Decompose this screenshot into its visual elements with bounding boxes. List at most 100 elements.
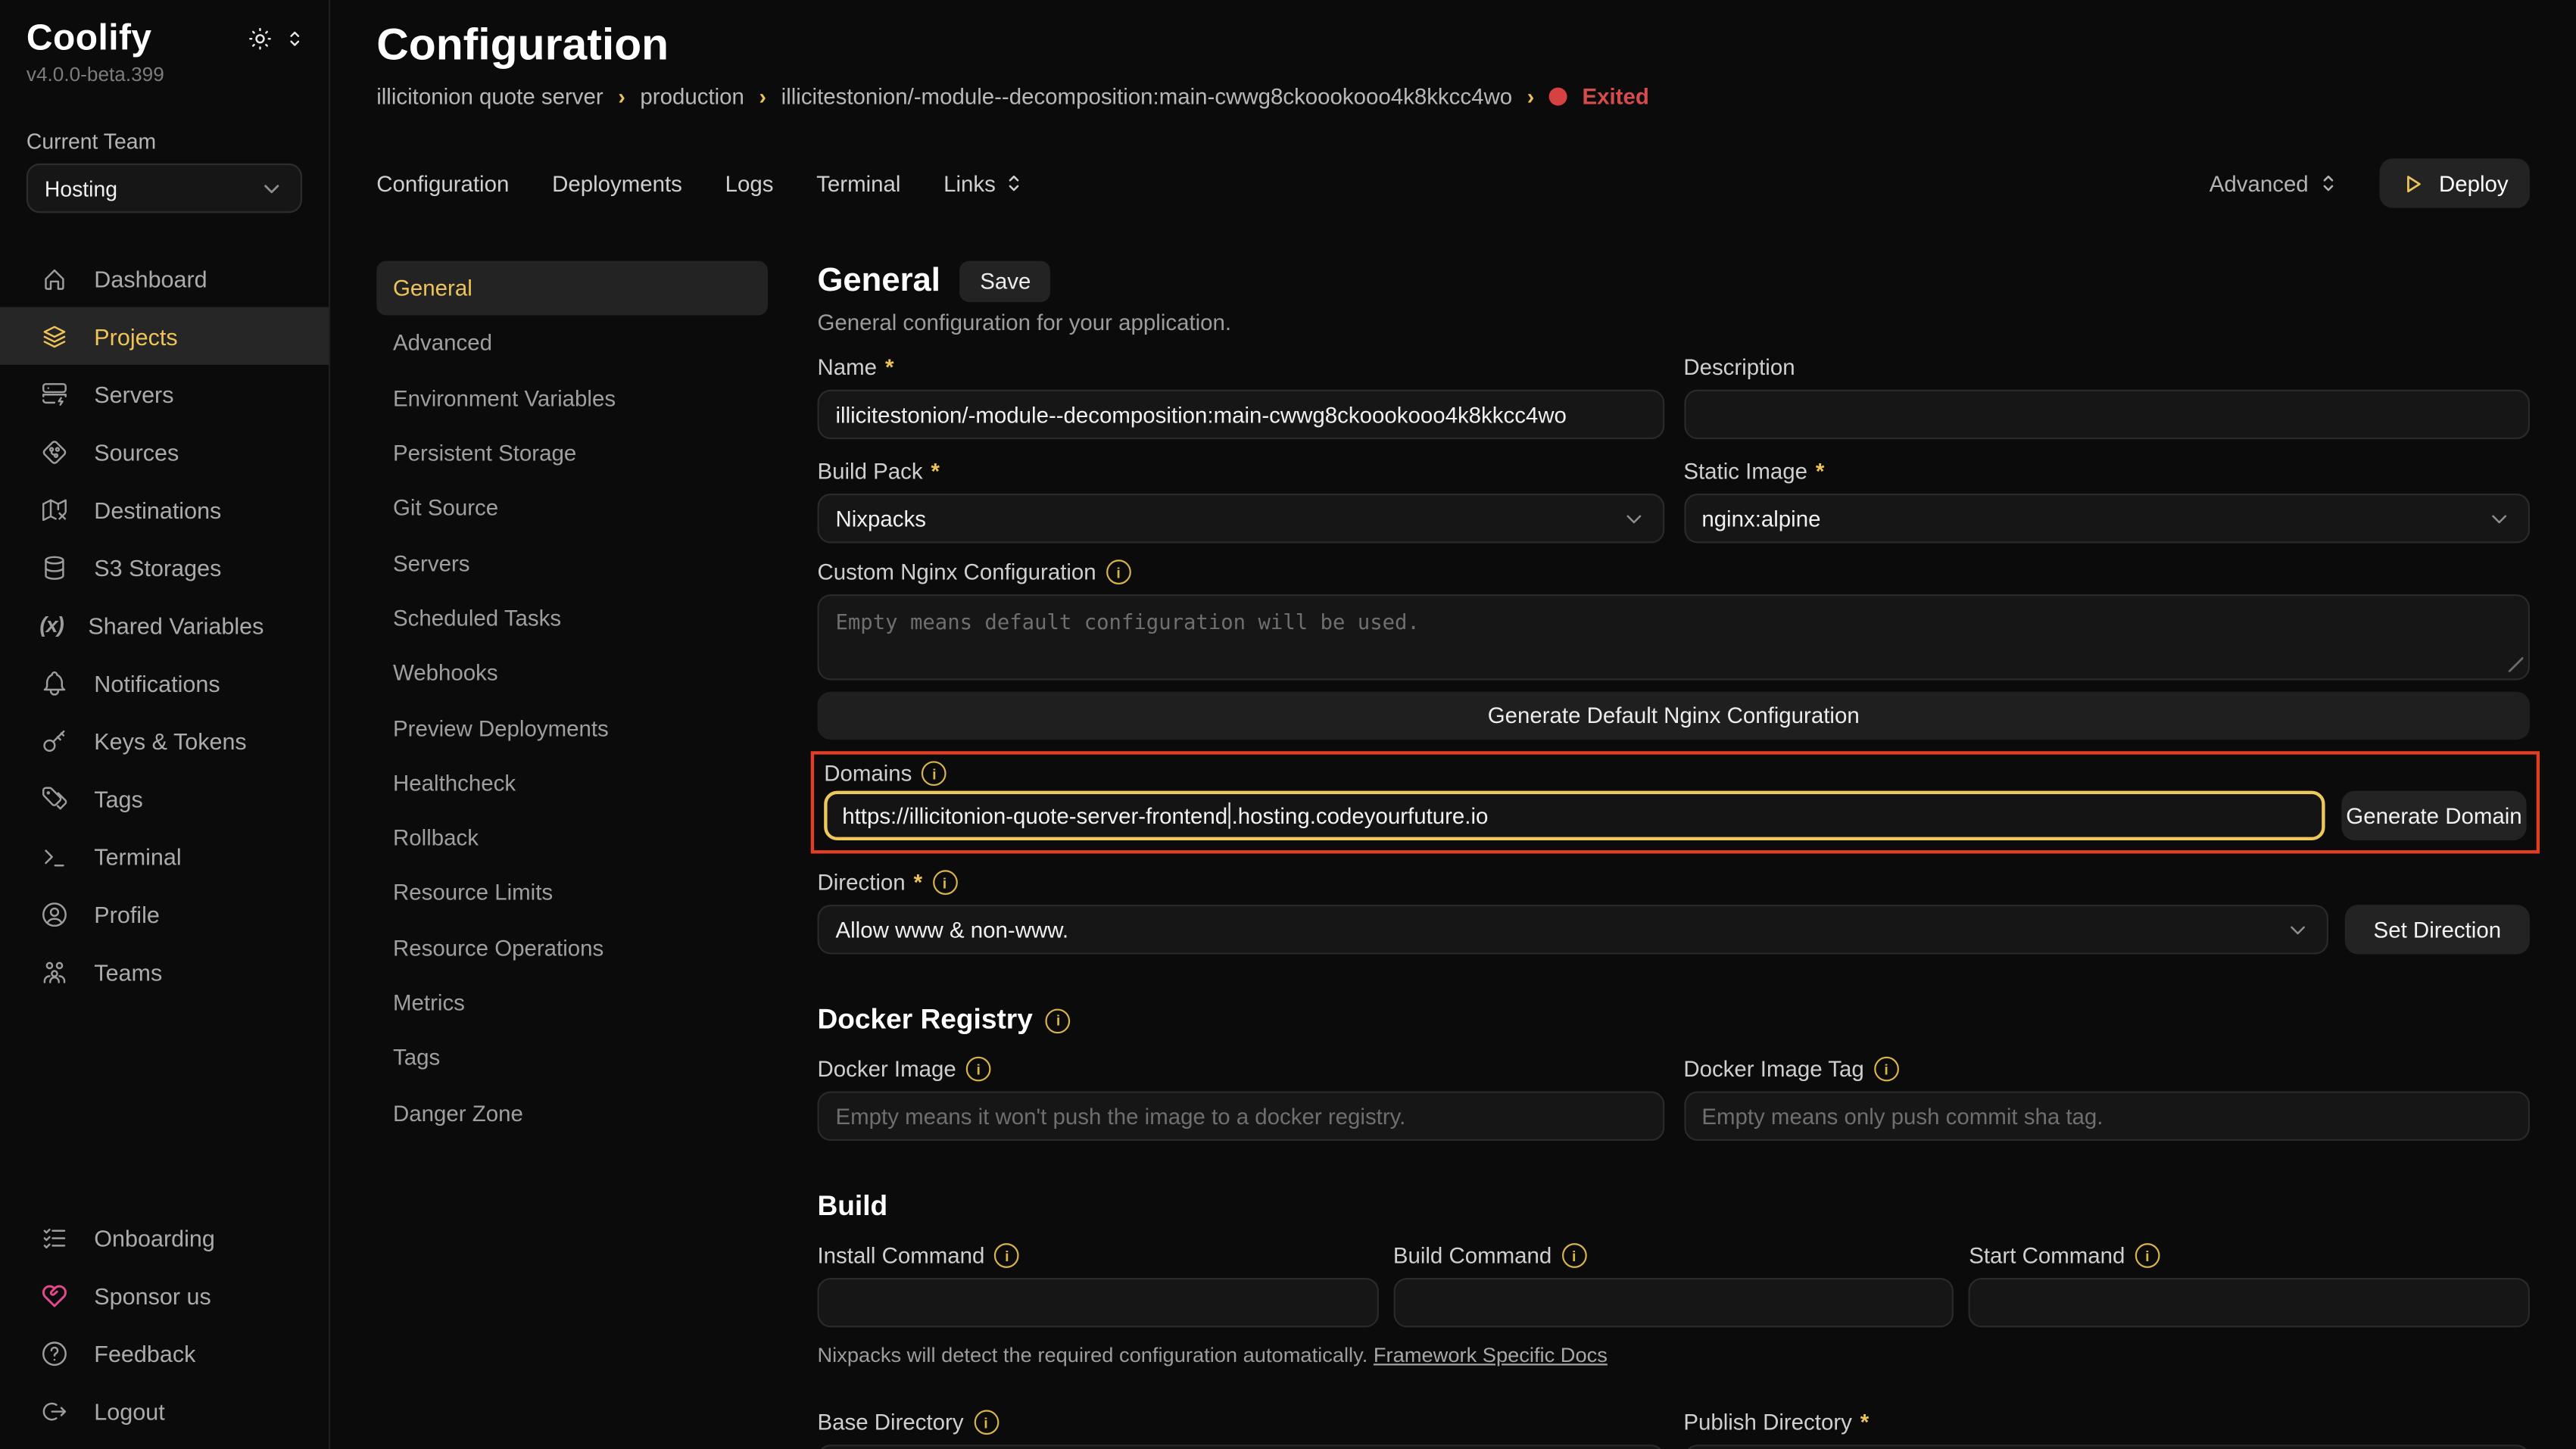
- install-command-input[interactable]: [817, 1278, 1378, 1327]
- set-direction-button[interactable]: Set Direction: [2345, 905, 2530, 954]
- stack-icon: [39, 321, 69, 351]
- map-icon: [39, 494, 69, 524]
- publish-directory-label: Publish Directory: [1683, 1410, 1869, 1435]
- subnav-healthcheck[interactable]: Healthcheck: [376, 756, 768, 811]
- info-icon[interactable]: [932, 870, 957, 895]
- theme-sun-icon[interactable]: [246, 24, 274, 52]
- breadcrumb-application[interactable]: illicitestonion/-module--decomposition:m…: [781, 84, 1512, 109]
- key-icon: [39, 725, 69, 755]
- info-icon[interactable]: [2135, 1243, 2160, 1268]
- subnav-webhooks[interactable]: Webhooks: [376, 646, 768, 701]
- start-command-label: Start Command: [1969, 1243, 2125, 1268]
- breadcrumb-environment[interactable]: production: [640, 84, 744, 109]
- tab-deployments[interactable]: Deployments: [552, 171, 682, 196]
- subnav-servers[interactable]: Servers: [376, 536, 768, 591]
- sidebar-item-sponsor[interactable]: Sponsor us: [0, 1267, 329, 1324]
- info-icon[interactable]: [994, 1243, 1019, 1268]
- team-select[interactable]: Hosting: [27, 164, 302, 213]
- tab-links[interactable]: Links: [943, 171, 1025, 196]
- sidebar-nav: Dashboard Projects Servers Sources Desti…: [0, 249, 329, 1000]
- sidebar-item-servers[interactable]: Servers: [0, 365, 329, 422]
- chevron-down-icon: [2285, 917, 2310, 942]
- breadcrumb-separator-icon: ›: [759, 84, 766, 109]
- version-selector-icon[interactable]: [284, 27, 305, 48]
- domains-input[interactable]: https://illicitonion-quote-server-fronte…: [824, 791, 2325, 840]
- chevron-down-icon: [259, 176, 284, 201]
- sidebar-item-destinations[interactable]: Destinations: [0, 481, 329, 538]
- tab-logs[interactable]: Logs: [725, 171, 774, 196]
- name-input[interactable]: [817, 390, 1664, 439]
- name-label: Name: [817, 355, 893, 380]
- docker-image-tag-input[interactable]: [1683, 1092, 2530, 1141]
- direction-select[interactable]: Allow www & non-www.: [817, 905, 2328, 954]
- subnav-metrics[interactable]: Metrics: [376, 976, 768, 1031]
- section-heading-general: General: [817, 263, 940, 301]
- sidebar-item-profile[interactable]: Profile: [0, 885, 329, 943]
- subnav-persistent-storage[interactable]: Persistent Storage: [376, 425, 768, 481]
- subnav-resource-operations[interactable]: Resource Operations: [376, 921, 768, 976]
- sidebar-item-notifications[interactable]: Notifications: [0, 654, 329, 712]
- sidebar-item-onboarding[interactable]: Onboarding: [0, 1208, 329, 1266]
- sidebar-item-projects[interactable]: Projects: [0, 307, 329, 365]
- subnav-scheduled-tasks[interactable]: Scheduled Tasks: [376, 591, 768, 646]
- info-icon[interactable]: [1046, 1008, 1071, 1033]
- sidebar-item-keys-tokens[interactable]: Keys & Tokens: [0, 712, 329, 769]
- play-icon: [2401, 171, 2426, 196]
- start-command-input[interactable]: [1969, 1278, 2530, 1327]
- sidebar-item-teams[interactable]: Teams: [0, 943, 329, 1000]
- subnav-general[interactable]: General: [376, 261, 768, 316]
- database-icon: [39, 552, 69, 581]
- tab-configuration[interactable]: Configuration: [376, 171, 509, 196]
- variables-icon: [39, 612, 63, 637]
- coolify-app: Coolify v4.0.0-beta.399 Current Team Hos…: [0, 0, 2576, 1449]
- static-image-select[interactable]: nginx:alpine: [1683, 494, 2530, 543]
- sidebar-item-tags[interactable]: Tags: [0, 769, 329, 827]
- deploy-button[interactable]: Deploy: [2379, 158, 2530, 207]
- build-pack-select[interactable]: Nixpacks: [817, 494, 1664, 543]
- info-icon[interactable]: [1106, 559, 1131, 584]
- breadcrumb-project[interactable]: illicitonion quote server: [376, 84, 603, 109]
- generate-domain-button[interactable]: Generate Domain: [2341, 791, 2526, 840]
- publish-directory-input[interactable]: [1683, 1444, 2530, 1449]
- framework-docs-link[interactable]: Framework Specific Docs: [1374, 1344, 1608, 1367]
- nixpacks-note: Nixpacks will detect the required config…: [817, 1344, 2529, 1367]
- description-input[interactable]: [1683, 390, 2530, 439]
- custom-nginx-textarea[interactable]: [817, 594, 2529, 680]
- sidebar-item-sources[interactable]: Sources: [0, 422, 329, 480]
- info-icon[interactable]: [966, 1057, 991, 1082]
- terminal-icon: [39, 841, 69, 871]
- install-command-label: Install Command: [817, 1243, 984, 1268]
- breadcrumb-separator-icon: ›: [1527, 84, 1534, 109]
- tab-terminal[interactable]: Terminal: [816, 171, 900, 196]
- info-icon[interactable]: [922, 761, 947, 786]
- subnav-preview-deployments[interactable]: Preview Deployments: [376, 700, 768, 756]
- sidebar-item-dashboard[interactable]: Dashboard: [0, 249, 329, 307]
- info-icon[interactable]: [974, 1410, 999, 1435]
- subnav-environment-variables[interactable]: Environment Variables: [376, 371, 768, 426]
- generate-nginx-button[interactable]: Generate Default Nginx Configuration: [817, 692, 2529, 740]
- sidebar-item-terminal[interactable]: Terminal: [0, 827, 329, 885]
- subnav-rollback[interactable]: Rollback: [376, 811, 768, 866]
- sidebar-item-feedback[interactable]: Feedback: [0, 1324, 329, 1382]
- docker-image-input[interactable]: [817, 1092, 1664, 1141]
- advanced-dropdown[interactable]: Advanced: [2210, 171, 2340, 196]
- resize-handle[interactable]: [2509, 657, 2524, 672]
- description-label: Description: [1683, 355, 1795, 380]
- info-icon[interactable]: [1561, 1243, 1586, 1268]
- subnav-danger-zone[interactable]: Danger Zone: [376, 1086, 768, 1141]
- sidebar-item-shared-variables[interactable]: Shared Variables: [0, 596, 329, 653]
- base-directory-input[interactable]: [817, 1444, 1664, 1449]
- save-button[interactable]: Save: [960, 261, 1050, 303]
- subnav-resource-limits[interactable]: Resource Limits: [376, 865, 768, 921]
- subnav-advanced[interactable]: Advanced: [376, 316, 768, 371]
- heart-icon: [39, 1280, 69, 1310]
- sidebar-item-logout[interactable]: Logout: [0, 1382, 329, 1439]
- info-icon[interactable]: [1874, 1057, 1899, 1082]
- build-command-input[interactable]: [1393, 1278, 1954, 1327]
- server-icon: [39, 379, 69, 408]
- subnav-git-source[interactable]: Git Source: [376, 481, 768, 536]
- current-team-label: Current Team: [0, 86, 329, 153]
- tags-icon: [39, 784, 69, 813]
- subnav-tags[interactable]: Tags: [376, 1030, 768, 1086]
- sidebar-item-s3-storages[interactable]: S3 Storages: [0, 538, 329, 596]
